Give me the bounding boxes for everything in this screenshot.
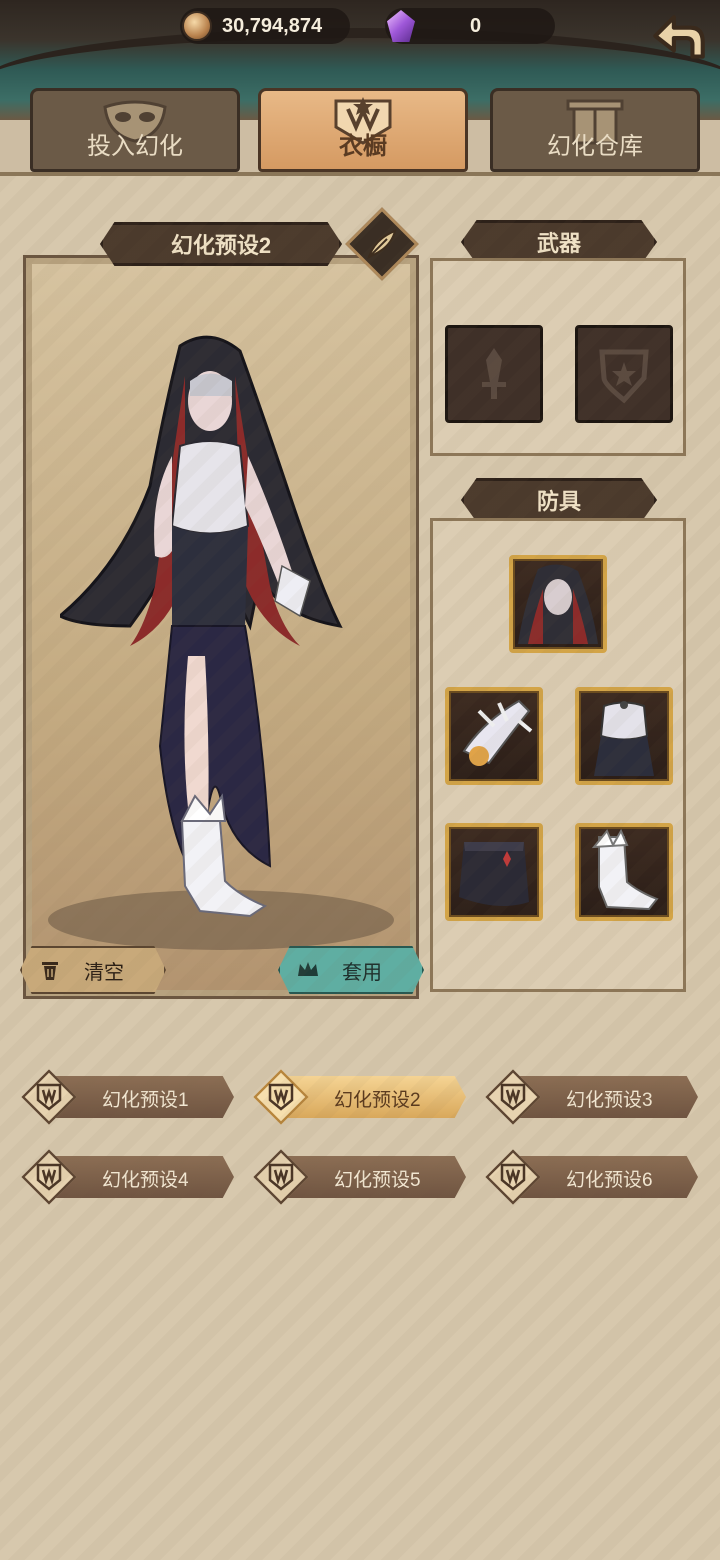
preset-tab-4[interactable]: 幻化预设4 xyxy=(21,1149,234,1205)
preset-label: 幻化预设6 xyxy=(566,1170,653,1191)
purple-gem-icon xyxy=(387,10,415,42)
current-preset-name: 幻化预设2 xyxy=(170,233,272,258)
quill-icon xyxy=(367,229,397,259)
preset-tab-6[interactable]: 幻化预设6 xyxy=(485,1149,698,1205)
crown-icon xyxy=(298,962,318,976)
preset-label: 幻化预设2 xyxy=(334,1090,421,1111)
chest-armor-slot[interactable] xyxy=(575,687,673,785)
gold-coin-icon xyxy=(182,11,212,41)
tab-label: 幻化仓库 xyxy=(547,133,643,160)
preset-name-banner: 幻化预设2 xyxy=(100,222,342,266)
preset-tab-3[interactable]: 幻化预设3 xyxy=(485,1069,698,1125)
armor-title: 防具 xyxy=(536,489,581,514)
tab-label: 投入幻化 xyxy=(87,133,183,160)
skirt-icon xyxy=(459,842,529,906)
tab-transmog-input[interactable]: 投入幻化 xyxy=(30,88,240,172)
armor-banner: 防具 xyxy=(461,478,657,522)
clear-label: 清空 xyxy=(84,961,124,984)
trash-icon xyxy=(42,962,58,980)
back-button[interactable] xyxy=(642,2,714,74)
wardrobe-crest-icon xyxy=(36,1083,62,1111)
gem-currency: 0 xyxy=(385,8,555,44)
preset-label: 幻化预设5 xyxy=(334,1170,421,1191)
main-weapon-slot[interactable] xyxy=(445,325,543,423)
off-hand-slot[interactable] xyxy=(575,325,673,423)
shield-icon xyxy=(599,349,649,404)
gold-currency: 30,794,874 xyxy=(180,8,350,44)
leg-armor-slot[interactable] xyxy=(445,823,543,921)
gem-amount: 0 xyxy=(470,14,482,37)
head-armor-slot[interactable] xyxy=(509,555,607,653)
glove-armor-slot[interactable] xyxy=(445,687,543,785)
wardrobe-panel: 幻化预设2 清空 套用 武器 防具 幻化预设1 幻化预设2 幻化预设3 幻化预设… xyxy=(0,172,720,1560)
preset-label: 幻化预设3 xyxy=(566,1090,653,1111)
preset-label: 幻化预设1 xyxy=(102,1090,189,1111)
character-illustration xyxy=(60,335,343,918)
tab-label: 衣橱 xyxy=(339,133,387,160)
apply-label: 套用 xyxy=(342,961,382,984)
sword-icon xyxy=(482,348,506,399)
armor-panel xyxy=(430,518,686,992)
preset-tab-5[interactable]: 幻化预设5 xyxy=(253,1149,466,1205)
hooded-veil-icon xyxy=(518,564,598,644)
preset-label: 幻化预设4 xyxy=(102,1170,189,1191)
weapons-title: 武器 xyxy=(536,231,581,256)
clear-button[interactable]: 清空 xyxy=(20,946,166,994)
boot-armor-slot[interactable] xyxy=(575,823,673,921)
preset-tab-2[interactable]: 幻化预设2 xyxy=(253,1069,466,1125)
apply-button[interactable]: 套用 xyxy=(278,946,424,994)
gold-amount: 30,794,874 xyxy=(222,14,323,37)
corset-dress-icon xyxy=(594,701,654,776)
wardrobe-crest-icon xyxy=(268,1083,294,1111)
preset-tab-1[interactable]: 幻化预设1 xyxy=(21,1069,234,1125)
wardrobe-crest-icon xyxy=(500,1163,526,1191)
weapons-panel xyxy=(430,258,686,456)
wardrobe-crest-icon xyxy=(36,1163,62,1191)
back-arrow-icon xyxy=(653,15,705,59)
tab-transmog-storage[interactable]: 幻化仓库 xyxy=(490,88,700,172)
tab-wardrobe[interactable]: 衣橱 xyxy=(258,88,468,172)
wardrobe-crest-icon xyxy=(268,1163,294,1191)
wardrobe-crest-icon xyxy=(500,1083,526,1111)
boots-icon xyxy=(591,828,659,911)
feathered-gauntlet-icon xyxy=(462,699,533,766)
